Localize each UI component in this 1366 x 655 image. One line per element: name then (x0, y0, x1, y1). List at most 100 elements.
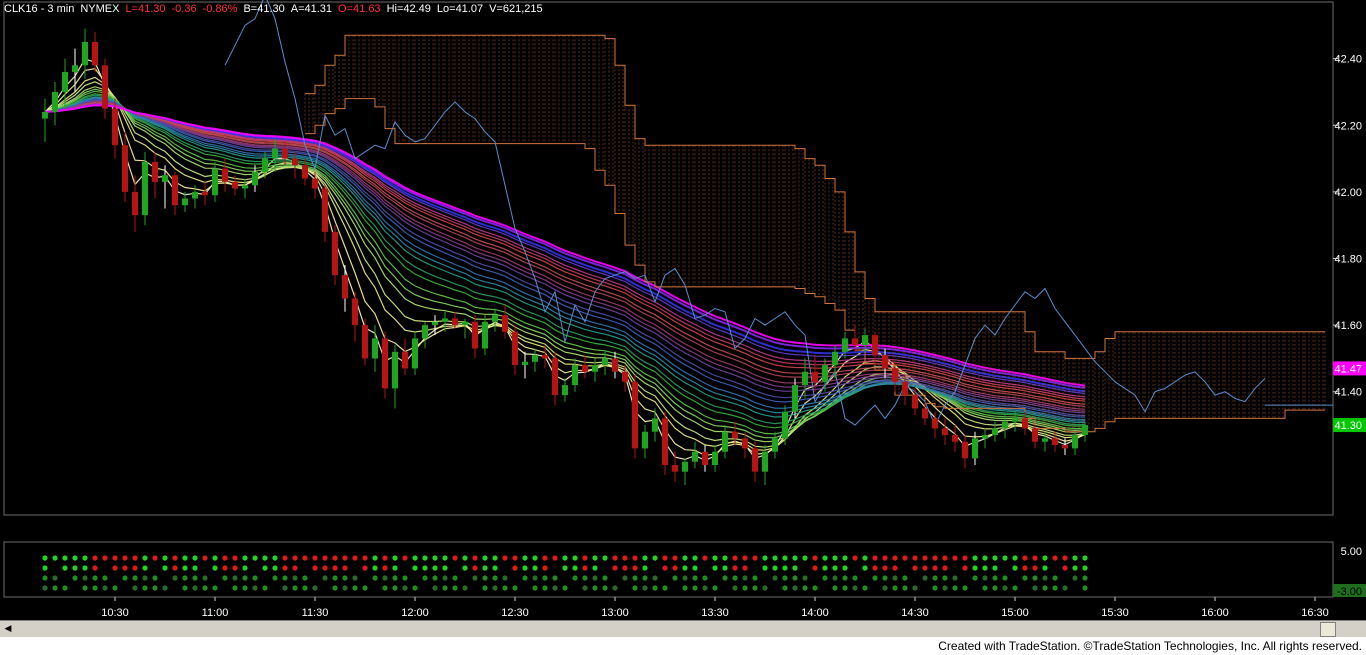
candle-body (902, 381, 908, 396)
x-tick-label: 15:30 (1101, 607, 1129, 619)
candle-body (682, 461, 688, 472)
indicator-dot (192, 585, 198, 591)
indicator-dot (442, 555, 448, 561)
indicator-dot (572, 565, 578, 571)
indicator-dot (392, 565, 398, 571)
indicator-dot (532, 565, 538, 571)
indicator-dot (542, 585, 548, 591)
indicator-dot (572, 575, 578, 581)
indicator-dot (1002, 555, 1008, 561)
candle-body (802, 371, 808, 386)
indicator-dot (162, 565, 168, 571)
indicator-dot (802, 585, 808, 591)
candle-body (92, 41, 98, 66)
horizontal-scrollbar[interactable]: ◀ (0, 620, 1366, 637)
indicator-dot (1052, 575, 1058, 581)
indicator-dot (522, 575, 528, 581)
indicator-dot (902, 575, 908, 581)
indicator-dot (1082, 555, 1088, 561)
indicator-dot (572, 555, 578, 561)
indicator-dot (782, 575, 788, 581)
indicator-dot (922, 555, 928, 561)
indicator-dot (882, 565, 888, 571)
candle-body (762, 451, 768, 472)
indicator-dot (752, 585, 758, 591)
indicator-dot (882, 575, 888, 581)
indicator-dot (102, 555, 108, 561)
indicator-dot (82, 555, 88, 561)
indicator-dot (912, 565, 918, 571)
candle-body (202, 191, 208, 196)
indicator-dot (352, 585, 358, 591)
indicator-dot (232, 585, 238, 591)
indicator-dot (632, 565, 638, 571)
indicator-dot (952, 585, 958, 591)
scroll-left-icon[interactable]: ◀ (1, 622, 15, 635)
indicator-dot (342, 555, 348, 561)
indicator-dot (1022, 575, 1028, 581)
indicator-dot (122, 555, 128, 561)
indicator-dot (902, 585, 908, 591)
indicator-dot (202, 585, 208, 591)
indicator-dot (1032, 565, 1038, 571)
candle-body (352, 298, 358, 326)
candle-body (222, 168, 228, 182)
indicator-dot (122, 575, 128, 581)
indicator-dot (322, 555, 328, 561)
candle-body (922, 408, 928, 419)
indicator-dot (432, 585, 438, 591)
candle-body (402, 351, 408, 369)
indicator-dot (642, 585, 648, 591)
indicator-dot (792, 585, 798, 591)
indicator-dot (992, 565, 998, 571)
net-change-label: -0.36 (171, 3, 197, 15)
indicator-dot (532, 555, 538, 561)
candle-body (442, 318, 448, 322)
candle-body (82, 41, 88, 66)
indicator-dot (422, 555, 428, 561)
x-tick-label: 16:00 (1201, 607, 1229, 619)
indicator-dot (332, 565, 338, 571)
indicator-dot (52, 575, 58, 581)
scroll-thumb[interactable] (1320, 622, 1336, 637)
price-chart[interactable]: 42.40 42.20 42.00 41.80 41.60 41.40 5.00 -3.00 1… (0, 0, 1366, 620)
lower-tick-label: 5.00 (1341, 546, 1362, 558)
indicator-dot (542, 575, 548, 581)
indicator-dot (112, 565, 118, 571)
indicator-dot (402, 585, 408, 591)
indicator-dot (152, 555, 158, 561)
indicator-dot (382, 555, 388, 561)
indicator-dot (352, 555, 358, 561)
indicator-dot (222, 565, 228, 571)
indicator-dot (722, 555, 728, 561)
candle-body (612, 358, 618, 372)
indicator-dot (892, 575, 898, 581)
indicator-dot (272, 565, 278, 571)
indicator-dot (192, 555, 198, 561)
pct-change-label: -0.86% (202, 3, 238, 15)
candle-body (782, 411, 788, 439)
indicator-dot (122, 565, 128, 571)
indicator-dot (372, 555, 378, 561)
indicator-dot (792, 565, 798, 571)
indicator-dot (582, 555, 588, 561)
indicator-dot (962, 565, 968, 571)
candle-body (242, 185, 248, 189)
indicator-dot (362, 565, 368, 571)
indicator-dot (512, 585, 518, 591)
indicator-dot (512, 555, 518, 561)
indicator-dot (442, 575, 448, 581)
indicator-dot (732, 565, 738, 571)
candle-body (1042, 438, 1048, 442)
indicator-dot (472, 575, 478, 581)
indicator-dot (672, 555, 678, 561)
indicator-dot (772, 575, 778, 581)
indicator-dot (42, 585, 48, 591)
indicator-dot (592, 585, 598, 591)
indicator-dot (692, 565, 698, 571)
indicator-dot (452, 585, 458, 591)
indicator-dot (242, 575, 248, 581)
open-label: O=41.63 (338, 3, 381, 15)
indicator-dot (942, 565, 948, 571)
indicator-dot (712, 555, 718, 561)
